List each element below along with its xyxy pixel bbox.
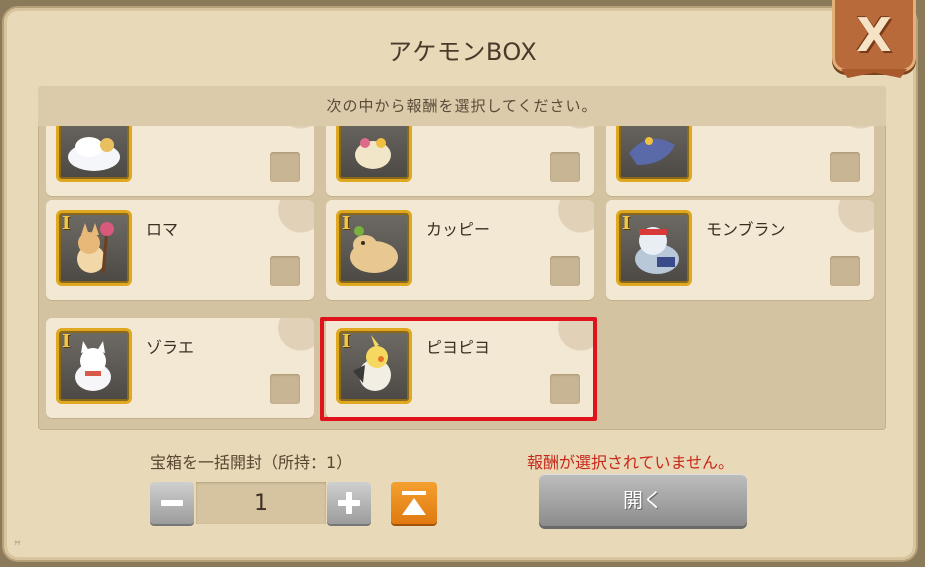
dialog-title: アケモンBOX (387, 38, 538, 66)
no-selection-warning: 報酬が選択されていません。 (527, 453, 735, 472)
white-cat-with-ribbon-icon: I (56, 328, 132, 404)
open-button[interactable]: 開く (539, 474, 747, 526)
fox-with-flower-staff-icon: I (56, 210, 132, 286)
rank-badge: I (62, 331, 71, 352)
rank-badge: I (62, 213, 71, 234)
reward-checkbox[interactable] (830, 152, 860, 182)
reward-checkbox[interactable] (270, 152, 300, 182)
rank-badge: I (622, 213, 631, 234)
selection-highlight-frame (320, 317, 597, 421)
decrease-quantity-button[interactable] (150, 482, 194, 524)
reward-checkbox[interactable] (270, 374, 300, 404)
minus-icon (161, 500, 183, 506)
reward-name: ロマ (146, 220, 179, 239)
reward-card[interactable]: I ゾラエ (46, 318, 314, 418)
reward-card[interactable]: I カッピー (326, 200, 594, 300)
reward-name: モンブラン (706, 220, 786, 239)
batch-open-label: 宝箱を一括開封（所持：1） (150, 453, 353, 472)
reward-name: ゾラエ (146, 338, 195, 357)
reward-checkbox[interactable] (270, 256, 300, 286)
max-up-icon (402, 491, 426, 495)
max-quantity-button[interactable] (391, 482, 437, 524)
quantity-field[interactable]: 1 (196, 482, 326, 524)
rank-badge: I (342, 213, 351, 234)
close-icon: X (856, 7, 892, 62)
corner-flourish-icon: ꟸ (14, 538, 21, 552)
reward-name: カッピー (426, 220, 491, 239)
reward-card[interactable]: I モンブラン (606, 200, 874, 300)
reward-checkbox[interactable] (550, 152, 580, 182)
capybara-icon: I (336, 210, 412, 286)
instruction-text: 次の中から報酬を選択してください。 (38, 86, 886, 126)
seal-with-headband-icon: I (616, 210, 692, 286)
reward-checkbox[interactable] (830, 256, 860, 286)
reward-card[interactable]: I ロマ (46, 200, 314, 300)
increase-quantity-button[interactable] (327, 482, 371, 524)
close-button[interactable]: X (832, 0, 916, 72)
reward-checkbox[interactable] (550, 256, 580, 286)
